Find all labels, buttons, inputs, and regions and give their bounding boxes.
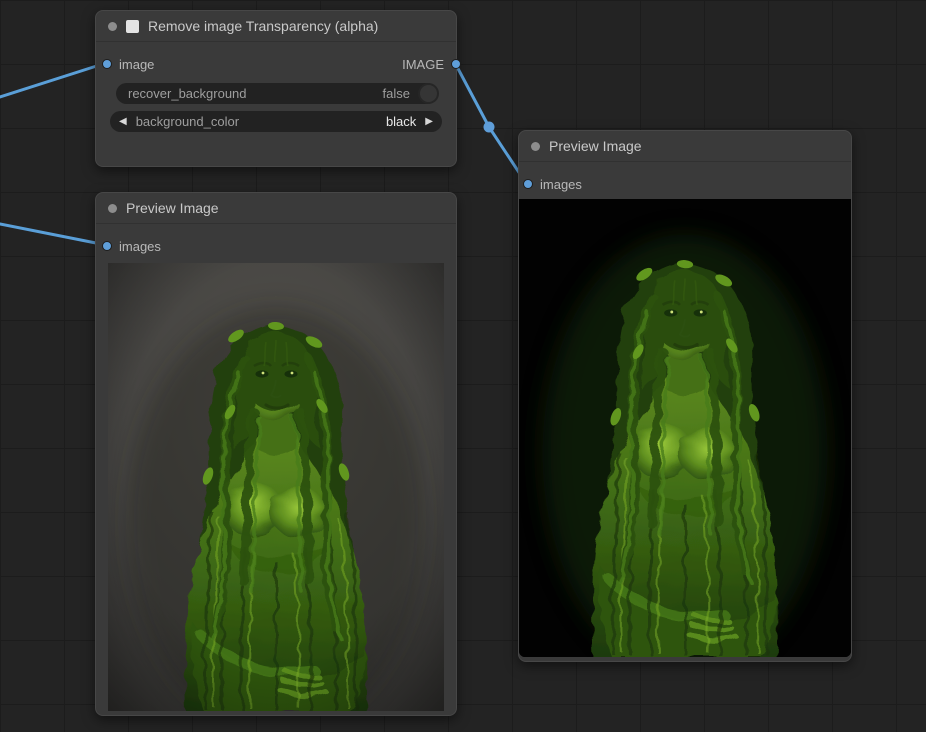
node-remove-image-transparency[interactable]: Remove image Transparency (alpha) image … [95,10,457,167]
link-wire-to-left-preview [0,224,106,245]
node-title: Preview Image [549,138,642,154]
input-port-dot-images[interactable] [523,179,533,189]
node-graph-canvas[interactable]: Remove image Transparency (alpha) image … [0,0,926,732]
node-title: Preview Image [126,200,219,216]
node-status-dot [531,142,540,151]
node-title-bar[interactable]: Preview Image [96,193,456,224]
toggle-knob[interactable] [418,83,439,104]
node-title-bar[interactable]: Remove image Transparency (alpha) [96,11,456,42]
widget-label: recover_background [128,86,383,101]
input-port-label: image [119,57,154,72]
preview-image-render [108,263,444,711]
node-status-dot [108,22,117,31]
link-wire-image-to-right-preview [455,63,524,180]
link-reroute-dot[interactable] [484,122,495,133]
widget-label: background_color [136,114,377,129]
input-port-label: images [540,177,582,192]
input-port-dot-image[interactable] [102,59,112,69]
combo-right-arrow-icon[interactable]: ▶ [425,117,433,127]
output-port-dot-image[interactable] [451,59,461,69]
input-port-dot-images[interactable] [102,241,112,251]
node-preview-image-right[interactable]: Preview Image images [518,130,852,662]
output-port-label: IMAGE [402,57,444,72]
widget-recover-background[interactable]: recover_background false [116,83,438,104]
link-wire-to-image-input [0,63,106,97]
node-title-bar[interactable]: Preview Image [519,131,851,162]
widget-background-color[interactable]: ◀ background_color black ▶ [110,111,442,132]
node-preview-image-left[interactable]: Preview Image images [95,192,457,716]
widget-value: false [383,86,410,101]
preview-image-render [519,199,851,657]
node-title: Remove image Transparency (alpha) [148,18,378,34]
input-port-label: images [119,239,161,254]
widget-value: black [386,114,416,129]
combo-left-arrow-icon[interactable]: ◀ [119,117,127,127]
node-status-dot [108,204,117,213]
box-icon [126,20,139,33]
